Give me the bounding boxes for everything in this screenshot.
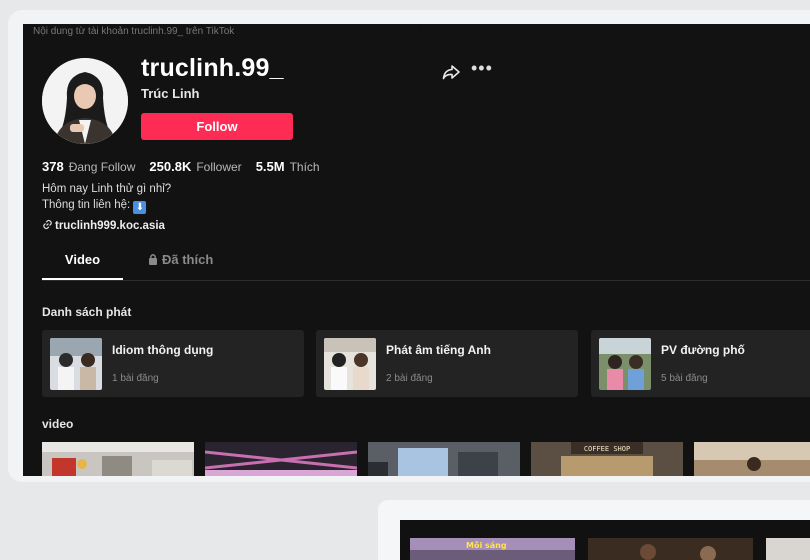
down-arrow-emoji-icon: ⬇ <box>133 201 147 214</box>
playlist-title: Idiom thông dụng <box>112 343 214 357</box>
video-thumbnail[interactable] <box>588 538 753 560</box>
bio-line-2: Thông tin liên hệ: ⬇ <box>42 199 147 214</box>
second-device-frame: Mỗi sáng <box>378 500 810 560</box>
playlist-thumbnail <box>50 338 102 390</box>
tab-liked[interactable]: Đã thích <box>148 252 213 267</box>
followers-count: 250.8K <box>149 159 192 174</box>
lock-icon <box>149 254 157 265</box>
video-thumbnail[interactable]: Mỗi sáng <box>410 538 575 560</box>
tab-video[interactable]: Video <box>42 252 123 267</box>
follow-button[interactable]: Follow <box>141 113 293 140</box>
share-icon[interactable] <box>441 62 461 82</box>
profile-stats: 378 Đang Follow 250.8K Follower 5.5M Thích <box>42 159 320 174</box>
monitor-frame: Nội dung từ tài khoản truclinh.99_ trên … <box>8 10 810 482</box>
playlist-count: 1 bài đăng <box>112 373 159 384</box>
profile-link[interactable]: truclinh999.koc.asia <box>42 219 165 232</box>
video-thumbnail[interactable]: COFFEE SHOP <box>531 442 683 476</box>
videos-heading: video <box>42 417 74 431</box>
playlist-thumbnail <box>324 338 376 390</box>
link-icon <box>43 219 52 230</box>
playlist-card[interactable]: PV đường phố 5 bài đăng <box>591 330 810 397</box>
followers-stat[interactable]: 250.8K Follower <box>149 159 241 174</box>
username: truclinh.99_ <box>141 54 284 82</box>
profile-screen: Nội dung từ tài khoản truclinh.99_ trên … <box>23 24 810 476</box>
more-icon[interactable]: ••• <box>471 58 493 79</box>
playlist-thumbnail <box>599 338 651 390</box>
video-thumb-text: Mỗi sáng <box>466 540 507 550</box>
following-count: 378 <box>42 159 64 174</box>
video-thumbnail[interactable] <box>368 442 520 476</box>
active-tab-indicator <box>42 278 123 280</box>
following-label: Đang Follow <box>68 160 136 174</box>
likes-stat: 5.5M Thích <box>256 159 320 174</box>
bio-line-1: Hôm nay Linh thử gì nhỉ? <box>42 183 172 195</box>
followers-label: Follower <box>196 160 242 174</box>
profile-tabs: Video Đã thích <box>42 252 810 281</box>
playlist-card[interactable]: Phát âm tiếng Anh 2 bài đăng <box>316 330 578 397</box>
likes-count: 5.5M <box>255 159 285 174</box>
profile-link-text: truclinh999.koc.asia <box>55 220 165 232</box>
top-caption: Nội dung từ tài khoản truclinh.99_ trên … <box>33 26 235 37</box>
video-thumbnail[interactable] <box>42 442 194 476</box>
video-thumbnail[interactable] <box>766 538 810 560</box>
playlist-title: Phát âm tiếng Anh <box>386 343 491 357</box>
playlists-heading: Danh sách phát <box>42 305 132 319</box>
tab-liked-label: Đã thích <box>162 252 214 267</box>
camera-dot <box>417 24 423 30</box>
following-stat[interactable]: 378 Đang Follow <box>42 159 135 174</box>
playlist-count: 5 bài đăng <box>661 373 708 384</box>
playlist-title: PV đường phố <box>661 343 745 357</box>
display-name: Trúc Linh <box>141 86 200 101</box>
video-thumb-text: COFFEE SHOP <box>584 445 630 453</box>
likes-label: Thích <box>289 160 320 174</box>
playlist-card[interactable]: Idiom thông dụng 1 bài đăng <box>42 330 304 397</box>
avatar[interactable] <box>42 58 128 144</box>
video-thumbnail[interactable] <box>205 442 357 476</box>
video-thumbnail[interactable] <box>694 442 810 476</box>
playlist-count: 2 bài đăng <box>386 373 433 384</box>
bio-line-2-text: Thông tin liên hệ: <box>42 199 131 211</box>
second-screen: Mỗi sáng <box>400 520 810 560</box>
